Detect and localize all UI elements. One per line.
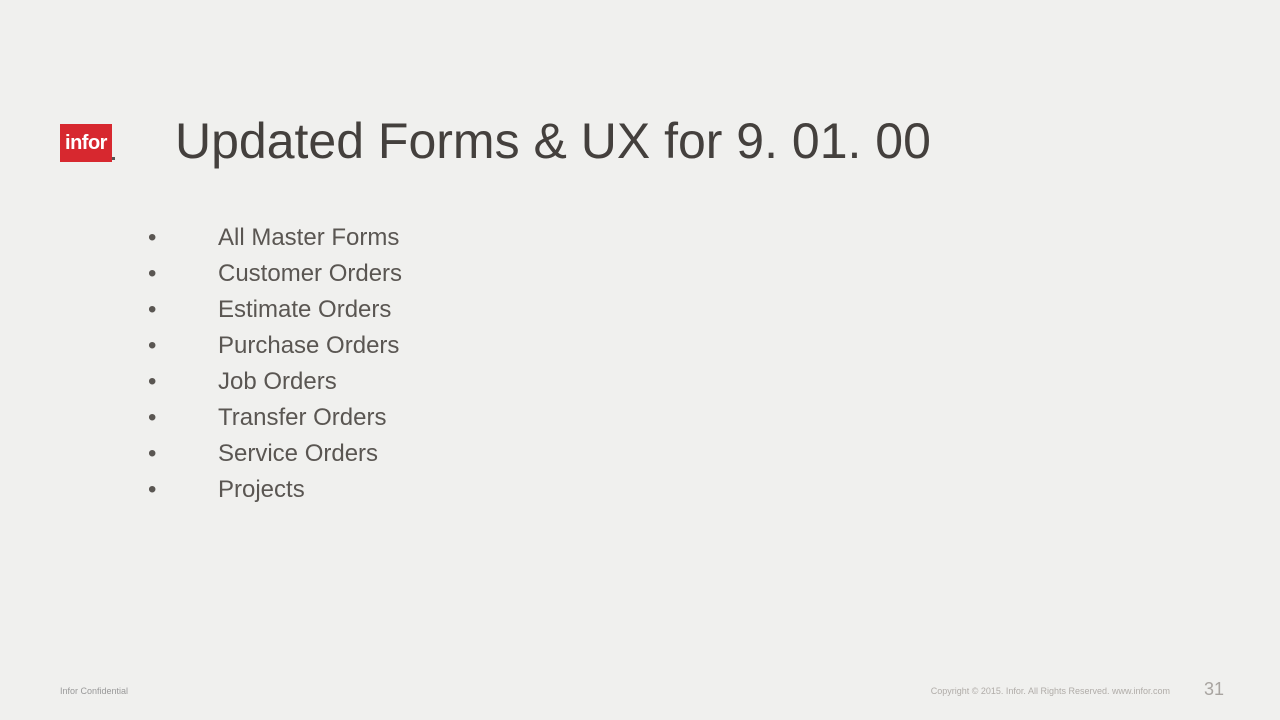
bullet-list: All Master Forms Customer Orders Estimat… xyxy=(148,220,402,508)
footer-copyright: Copyright © 2015. Infor. All Rights Rese… xyxy=(931,686,1170,696)
logo-text: infor xyxy=(65,132,107,155)
list-item: Estimate Orders xyxy=(148,292,402,328)
list-item: Job Orders xyxy=(148,364,402,400)
footer-confidential: Infor Confidential xyxy=(60,686,128,696)
list-item: All Master Forms xyxy=(148,220,402,256)
list-item: Transfer Orders xyxy=(148,400,402,436)
slide: infor Updated Forms & UX for 9. 01. 00 A… xyxy=(0,0,1280,720)
slide-title: Updated Forms & UX for 9. 01. 00 xyxy=(175,112,931,170)
list-item: Customer Orders xyxy=(148,256,402,292)
list-item: Service Orders xyxy=(148,436,402,472)
list-item: Projects xyxy=(148,472,402,508)
page-number: 31 xyxy=(1204,679,1224,700)
list-item: Purchase Orders xyxy=(148,328,402,364)
infor-logo: infor xyxy=(60,124,112,162)
